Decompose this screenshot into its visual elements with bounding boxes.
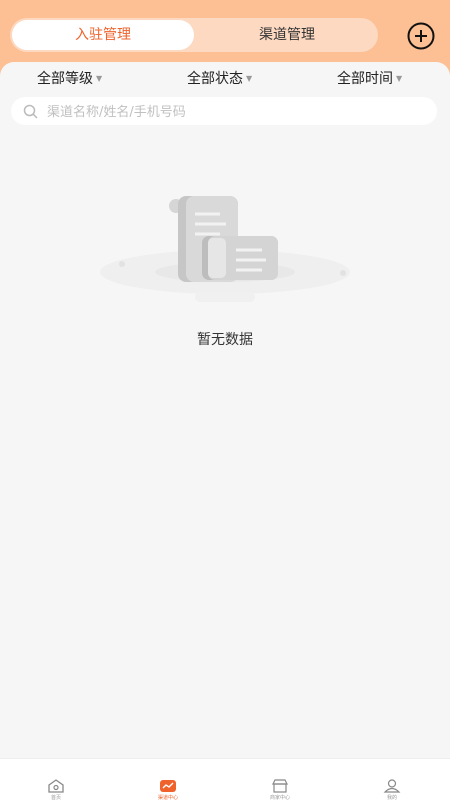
tabbar-item-store-center[interactable]: 商家中心	[224, 759, 336, 801]
search-bar	[11, 97, 437, 127]
tabbar-item-home[interactable]: 首页	[0, 759, 112, 801]
add-button[interactable]	[407, 22, 435, 50]
search-icon	[23, 104, 38, 119]
caret-down-icon: ▼	[246, 74, 253, 83]
filter-bar: 全部等级 ▼ 全部状态 ▼ 全部时间 ▼	[0, 62, 450, 96]
home-icon	[48, 779, 64, 793]
tabbar-item-channel-center[interactable]: 渠道中心	[112, 759, 224, 801]
bottom-tab-bar: 首页 渠道中心 商家中心 我的	[0, 758, 450, 801]
user-icon	[383, 779, 401, 793]
channel-icon	[160, 780, 176, 792]
empty-state-text: 暂无数据	[197, 332, 253, 348]
store-icon	[272, 779, 288, 793]
segment-tabs: 入驻管理 渠道管理	[10, 18, 378, 52]
tab-settlement-management[interactable]: 入驻管理	[12, 20, 194, 50]
empty-state-illustration	[100, 196, 350, 302]
caret-down-icon: ▼	[396, 74, 403, 83]
filter-time-label: 全部时间	[337, 71, 393, 87]
filter-level-label: 全部等级	[37, 71, 93, 87]
tab-channel-management[interactable]: 渠道管理	[196, 18, 378, 52]
tabbar-item-mine[interactable]: 我的	[336, 759, 448, 801]
plus-circle-icon	[407, 22, 435, 50]
caret-down-icon: ▼	[96, 74, 103, 83]
filter-status-label: 全部状态	[187, 71, 243, 87]
filter-status[interactable]: 全部状态 ▼	[187, 68, 252, 88]
filter-time[interactable]: 全部时间 ▼	[337, 68, 402, 88]
filter-level[interactable]: 全部等级 ▼	[37, 68, 102, 88]
content-panel: 全部等级 ▼ 全部状态 ▼ 全部时间 ▼	[0, 62, 450, 758]
search-input[interactable]	[45, 97, 429, 127]
